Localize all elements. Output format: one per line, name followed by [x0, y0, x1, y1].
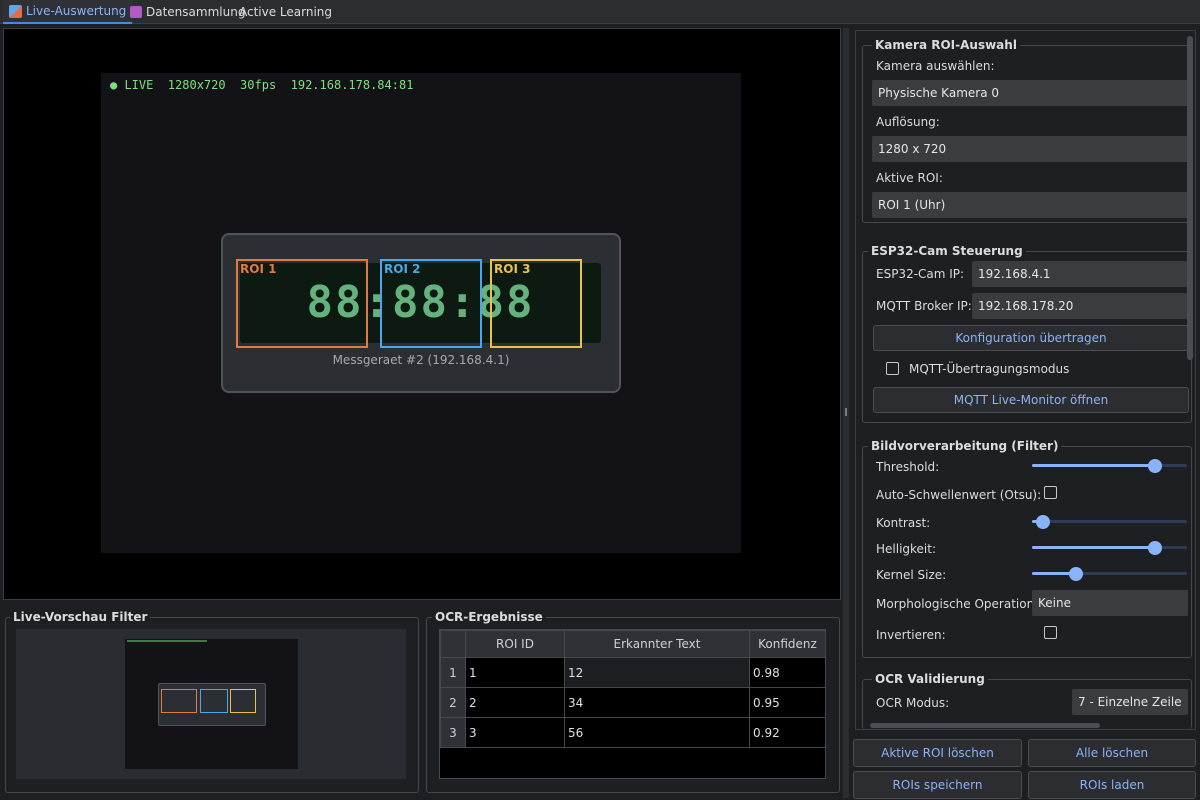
row-number: 1	[440, 657, 466, 688]
column-header-confidence[interactable]: Konfidenz	[749, 630, 826, 658]
camera-roi-title: Kamera ROI-Auswahl	[872, 38, 1020, 52]
chart-icon	[9, 4, 22, 18]
cell-confidence[interactable]: 0.92	[749, 717, 826, 748]
cell-text[interactable]: 34	[564, 687, 750, 718]
cell-confidence[interactable]: 0.95	[749, 687, 826, 718]
roi-label-3: ROI 3	[494, 262, 531, 276]
roi-label-1: ROI 1	[240, 262, 277, 276]
column-header-roi-id[interactable]: ROI ID	[465, 630, 565, 658]
preview-title: Live-Vorschau Filter	[10, 610, 151, 624]
delete-active-roi-button[interactable]: Aktive ROI löschen	[853, 739, 1022, 767]
transfer-config-button[interactable]: Konfiguration übertragen	[873, 325, 1189, 351]
resolution-select[interactable]: 1280 x 720	[872, 136, 1190, 162]
cell-text[interactable]: 56	[564, 717, 750, 748]
row-number: 3	[440, 717, 466, 748]
load-rois-button[interactable]: ROIs laden	[1028, 771, 1196, 799]
vertical-scrollbar[interactable]	[1187, 36, 1193, 360]
threshold-slider[interactable]	[1032, 458, 1187, 474]
filter-title: Bildvorverarbeitung (Filter)	[868, 439, 1062, 453]
splitter-handle-icon	[845, 408, 847, 416]
roi-label-2: ROI 2	[384, 262, 421, 276]
resolution-label: Auflösung:	[876, 115, 940, 129]
cell-confidence[interactable]: 0.98	[749, 657, 826, 688]
active-roi-label: Aktive ROI:	[876, 171, 943, 185]
esp32-ip-input[interactable]: 192.168.4.1	[972, 261, 1190, 287]
tab-live-auswertung[interactable]: Live-Auswertung	[3, 0, 133, 24]
cell-roi-id[interactable]: 1	[465, 657, 565, 688]
camera-select[interactable]: Physische Kamera 0	[872, 80, 1190, 106]
device-label: Messgeraet #2 (192.168.4.1)	[332, 353, 510, 367]
tab-label: Live-Auswertung	[26, 3, 127, 18]
ocr-results-table: ROI ID Erkannter Text Konfidenz 1 1 12 0…	[440, 630, 826, 748]
kernel-size-slider[interactable]	[1032, 566, 1187, 582]
cell-roi-id[interactable]: 2	[465, 687, 565, 718]
save-rois-button[interactable]: ROIs speichern	[853, 771, 1022, 799]
tab-label: Active Learning	[239, 4, 333, 19]
corner-header	[440, 630, 466, 658]
active-roi-select[interactable]: ROI 1 (Uhr)	[872, 192, 1190, 218]
contrast-slider[interactable]	[1032, 514, 1187, 530]
live-status-overlay: ● LIVE 1280x720 30fps 192.168.178.84:81	[110, 78, 414, 92]
ocr-results-title: OCR-Ergebnisse	[432, 610, 546, 624]
row-number: 2	[440, 687, 466, 718]
camera-select-label: Kamera auswählen:	[876, 59, 995, 73]
table-row[interactable]: 1 1 12 0.98	[440, 657, 826, 688]
mqtt-broker-input[interactable]: 192.168.178.20	[972, 293, 1190, 319]
tab-active-learning[interactable]: Active Learning	[233, 0, 338, 24]
kernel-size-label: Kernel Size:	[876, 568, 947, 582]
invert-label: Invertieren:	[876, 628, 946, 642]
delete-all-button[interactable]: Alle löschen	[1028, 739, 1196, 767]
contrast-label: Kontrast:	[876, 516, 931, 530]
floppy-disk-icon	[130, 6, 142, 18]
ocr-mode-label: OCR Modus:	[876, 696, 950, 710]
auto-threshold-checkbox[interactable]	[1044, 486, 1057, 499]
mqtt-monitor-button[interactable]: MQTT Live-Monitor öffnen	[873, 387, 1189, 413]
morph-operation-label: Morphologische Operation:	[876, 597, 1039, 611]
mqtt-mode-label: MQTT-Übertragungsmodus	[909, 362, 1070, 376]
esp32-ip-label: ESP32-Cam IP:	[876, 267, 965, 281]
auto-threshold-label: Auto-Schwellenwert (Otsu):	[876, 488, 1042, 502]
table-row[interactable]: 2 2 34 0.95	[440, 687, 826, 718]
brightness-slider[interactable]	[1032, 540, 1187, 556]
column-header-text[interactable]: Erkannter Text	[564, 630, 750, 658]
cell-text[interactable]: 12	[564, 657, 750, 688]
invert-checkbox[interactable]	[1044, 626, 1057, 639]
threshold-label: Threshold:	[876, 460, 940, 474]
mqtt-mode-checkbox[interactable]	[886, 362, 899, 375]
brightness-label: Helligkeit:	[876, 542, 937, 556]
table-row[interactable]: 3 3 56 0.92	[440, 717, 826, 748]
esp32-title: ESP32-Cam Steuerung	[868, 244, 1026, 258]
tab-label: Datensammlung	[146, 4, 246, 19]
horizontal-scrollbar[interactable]	[870, 723, 1100, 728]
mqtt-broker-label: MQTT Broker IP:	[876, 299, 972, 313]
ocr-mode-select[interactable]: 7 - Einzelne Zeile	[1072, 689, 1188, 715]
ocr-validation-title: OCR Validierung	[872, 672, 988, 686]
filter-preview-image	[125, 639, 298, 769]
morph-operation-select[interactable]: Keine	[1032, 590, 1188, 616]
cell-roi-id[interactable]: 3	[465, 717, 565, 748]
